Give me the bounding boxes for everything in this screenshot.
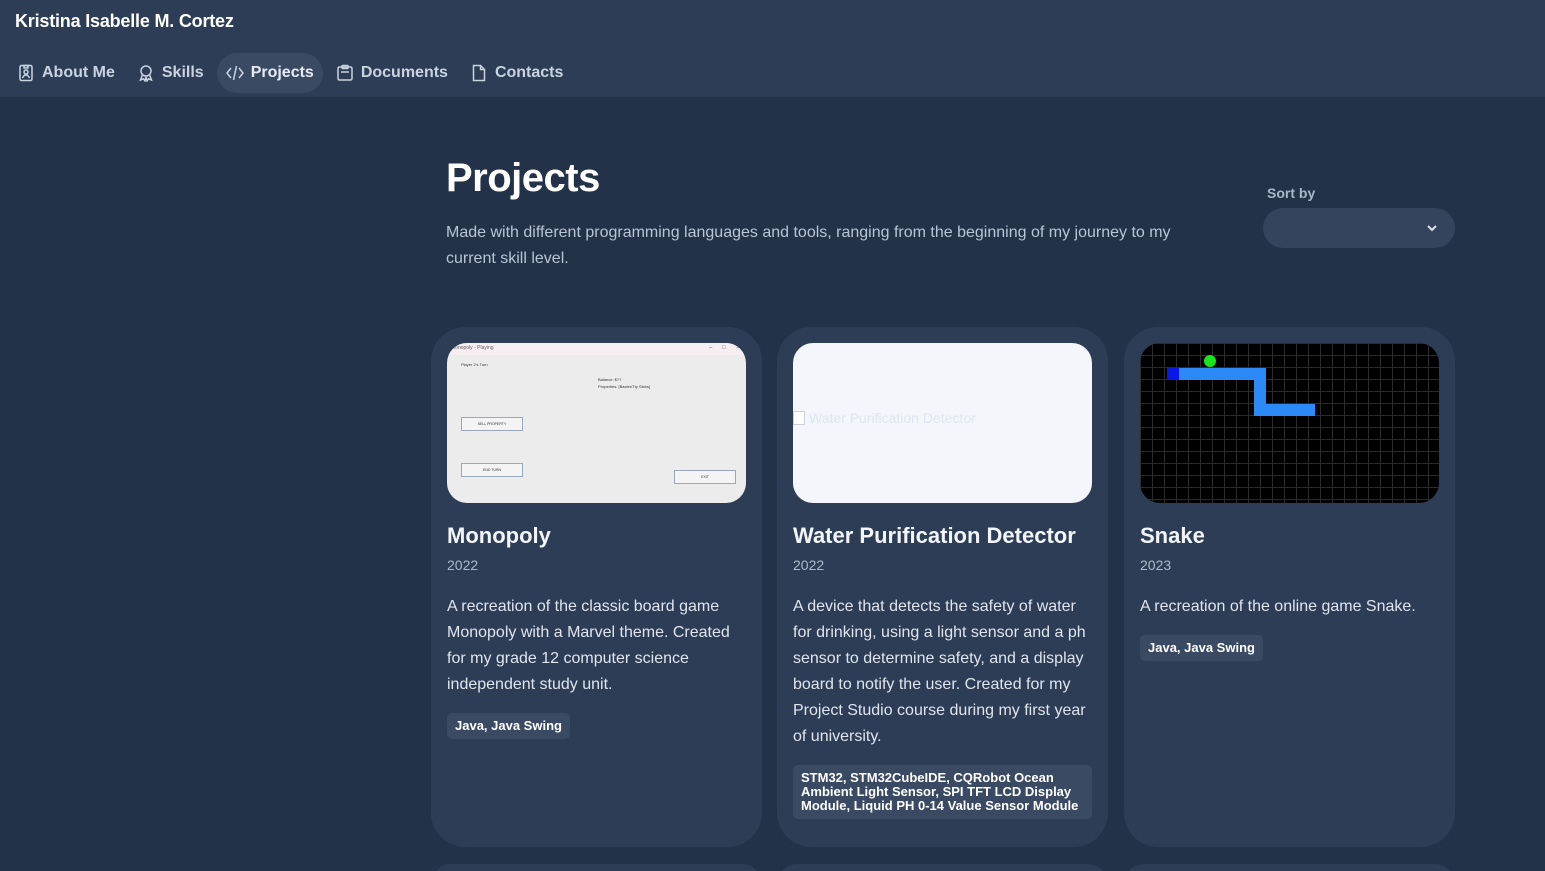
project-title: Monopoly (447, 523, 551, 548)
project-tags: Java, Java Swing (447, 713, 570, 739)
project-tags: STM32, STM32CubeIDE, CQRobot Ocean Ambie… (793, 765, 1092, 819)
chevron-down-icon (1427, 225, 1437, 232)
site-brand[interactable]: Kristina Isabelle M. Cortez (15, 11, 234, 32)
balance-text: Balance: $?? (598, 377, 622, 382)
project-year: 2023 (1140, 557, 1172, 573)
project-description: A device that detects the safety of wate… (793, 598, 1086, 745)
image-alt-text: Water Purification Detector (809, 410, 976, 426)
sell-property-button: SELL PROPERTY (461, 417, 523, 431)
project-year: 2022 (793, 557, 825, 573)
snake-head (1167, 368, 1179, 380)
nav-about-me[interactable]: About Me (8, 53, 124, 93)
project-card-monopoly[interactable]: Monopoly - Playing – □ × Player 2's Turn… (431, 327, 762, 847)
project-year: 2022 (447, 557, 479, 573)
page-title: Projects (446, 156, 600, 200)
maximize-icon: □ (722, 345, 726, 351)
snake-game-screenshot (1140, 343, 1439, 503)
project-card-snake[interactable]: Snake 2023 A recreation of the online ga… (1124, 327, 1455, 847)
nav-documents[interactable]: Documents (327, 53, 457, 93)
turn-text: Player 2's Turn (461, 362, 488, 367)
project-thumbnail (1140, 343, 1439, 503)
project-card-partial[interactable] (1124, 864, 1455, 871)
exit-button: EXIT (674, 470, 736, 484)
badge-icon (19, 64, 33, 82)
sort-dropdown[interactable] (1263, 208, 1455, 248)
monopoly-screenshot: Monopoly - Playing – □ × Player 2's Turn… (447, 343, 746, 503)
project-card-water-purification[interactable]: Water Purification Detector Water Purifi… (777, 327, 1108, 847)
code-icon (225, 65, 244, 81)
project-description: A recreation of the classic board game M… (447, 598, 730, 693)
project-title: Water Purification Detector (793, 523, 1076, 548)
end-turn-button: END TURN (461, 463, 523, 477)
snake-body-segment (1254, 404, 1315, 416)
properties-text: Properties: [Baxter/Tty Slebs] (598, 384, 651, 389)
award-icon (139, 65, 153, 82)
project-thumbnail: Water Purification Detector (793, 343, 1092, 503)
nav-label: Skills (161, 64, 204, 81)
project-description: A recreation of the online game Snake. (1140, 598, 1416, 615)
project-card-partial[interactable] (777, 864, 1108, 871)
clipboard-icon (337, 64, 353, 81)
main-nav: About Me Skills Projects Documents Conta… (8, 53, 572, 93)
broken-image: Water Purification Detector (793, 343, 1092, 503)
nav-label: Projects (250, 64, 314, 81)
sort-label: Sort by (1267, 185, 1316, 201)
snake-body-segment (1179, 368, 1266, 380)
top-header: Kristina Isabelle M. Cortez About Me Ski… (0, 0, 1545, 97)
snake-food (1204, 355, 1216, 367)
window-title: Monopoly - Playing (451, 345, 494, 351)
project-tags: Java, Java Swing (1140, 635, 1263, 661)
project-thumbnail: Monopoly - Playing – □ × Player 2's Turn… (447, 343, 746, 503)
nav-contacts[interactable]: Contacts (461, 53, 572, 93)
nav-projects[interactable]: Projects (216, 53, 323, 93)
nav-label: Contacts (494, 64, 564, 81)
nav-label: Documents (360, 64, 448, 81)
file-icon (472, 64, 486, 82)
nav-label: About Me (42, 64, 115, 81)
page-description: Made with different programming language… (446, 224, 1171, 267)
broken-image-icon (793, 411, 805, 425)
close-icon: × (736, 345, 740, 351)
project-title: Snake (1140, 523, 1205, 548)
project-card-partial[interactable] (431, 864, 762, 871)
minimize-icon: – (709, 345, 713, 351)
nav-skills[interactable]: Skills (128, 53, 213, 93)
